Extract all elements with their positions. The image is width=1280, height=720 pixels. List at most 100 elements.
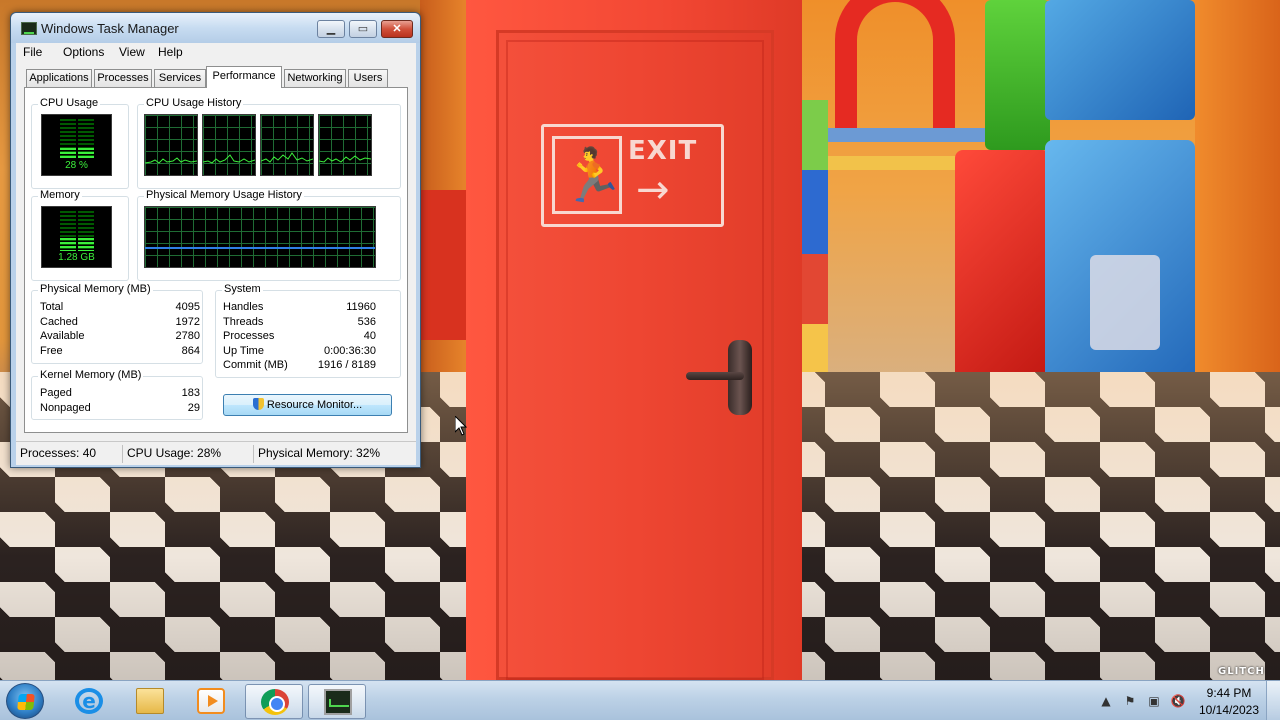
start-button[interactable] [6, 683, 44, 719]
tab-services[interactable]: Services [154, 69, 206, 87]
stat-value: 40 [363, 330, 376, 342]
resource-monitor-button[interactable]: Resource Monitor... [223, 394, 392, 416]
taskbar-chrome[interactable] [245, 684, 303, 719]
taskbar-task-manager[interactable] [308, 684, 366, 719]
physical-memory-title: Physical Memory (MB) [38, 283, 153, 295]
clock-time[interactable]: 9:44 PM [1196, 686, 1262, 700]
wallpaper-toy-blocks [800, 100, 828, 380]
cpu-history-graph-core-3 [260, 114, 314, 176]
cpu-usage-meter: 28 % [41, 114, 112, 176]
stat-value: 1972 [175, 316, 200, 328]
action-center-flag-icon[interactable]: ⚑ [1122, 693, 1138, 709]
status-processes: Processes: 40 [20, 446, 97, 460]
watermark: GLITCH [1218, 666, 1265, 677]
cpu-history-line [145, 157, 197, 164]
internet-explorer-icon: e [75, 688, 103, 714]
show-desktop-button[interactable] [1266, 681, 1280, 720]
exit-sign-text: EXIT [628, 136, 698, 166]
show-hidden-icons-button[interactable]: ▲ [1098, 693, 1114, 709]
memory-usage-value: 1.28 GB [58, 252, 95, 263]
stat-row-total: Total 4095 [40, 301, 200, 315]
cpu-history-line [203, 154, 255, 164]
taskbar-internet-explorer[interactable]: e [60, 684, 118, 719]
cpu-history-graph-core-2 [202, 114, 256, 176]
memory-title: Memory [38, 189, 82, 201]
memory-meter: 1.28 GB [41, 206, 112, 268]
tab-networking[interactable]: Networking [284, 69, 346, 87]
clock-date[interactable]: 10/14/2023 [1194, 703, 1264, 717]
close-button[interactable]: ✕ [381, 20, 413, 38]
task-manager-window[interactable]: Windows Task Manager ▁ ▭ ✕ File Options … [10, 12, 421, 468]
memory-history-group: Physical Memory Usage History [137, 189, 401, 281]
cpu-history-title: CPU Usage History [144, 97, 244, 109]
task-manager-client: Applications Processes Services Performa… [16, 63, 416, 465]
status-bar: Processes: 40 CPU Usage: 28% Physical Me… [16, 441, 416, 465]
menu-file[interactable]: File [23, 45, 42, 59]
cpu-history-line [261, 152, 313, 163]
menu-bar: File Options View Help [16, 43, 416, 63]
stat-label: Threads [223, 316, 264, 328]
status-physical-memory: Physical Memory: 32% [258, 446, 381, 460]
cpu-history-graph-core-4 [318, 114, 372, 176]
network-icon[interactable]: ▣ [1146, 693, 1162, 709]
minimize-button[interactable]: ▁ [317, 20, 345, 38]
performance-panel: CPU Usage 28 % CPU Usage History Memory [24, 87, 408, 433]
media-player-icon [197, 688, 225, 714]
taskbar-windows-explorer[interactable] [121, 684, 179, 719]
cpu-meter-fill [60, 147, 94, 159]
stat-value: 29 [187, 402, 200, 414]
tab-applications[interactable]: Applications [26, 69, 92, 87]
stat-value: 183 [181, 387, 200, 399]
stat-row-processes: Processes 40 [223, 330, 376, 344]
physical-memory-group: Physical Memory (MB) Total 4095 Cached 197… [31, 283, 203, 364]
stat-value: 864 [181, 345, 200, 357]
stat-value: 11960 [346, 301, 376, 313]
stat-label: Nonpaged [40, 402, 91, 414]
chrome-icon [261, 689, 289, 715]
menu-help[interactable]: Help [158, 45, 183, 59]
folder-icon [136, 688, 164, 714]
arrow-right-icon: → [636, 167, 670, 213]
wallpaper-blue-block [1045, 0, 1195, 120]
stat-label: Up Time [223, 345, 264, 357]
stat-row-commit: Commit (MB) 1916 / 8189 [223, 359, 376, 373]
tab-processes[interactable]: Processes [94, 69, 152, 87]
stat-label: Paged [40, 387, 72, 399]
stat-label: Processes [223, 330, 275, 342]
task-manager-icon [324, 689, 352, 715]
cpu-usage-group: CPU Usage 28 % [31, 97, 129, 189]
taskbar-media-player[interactable] [182, 684, 240, 719]
stat-label: Handles [223, 301, 264, 313]
tab-users[interactable]: Users [348, 69, 388, 87]
stat-row-free: Free 864 [40, 345, 200, 359]
wallpaper-pillar [420, 190, 468, 340]
memory-meter-bars [60, 211, 94, 251]
memory-group: Memory 1.28 GB [31, 189, 129, 281]
wallpaper-red-block [955, 150, 1050, 380]
stat-value: 1916 / 8189 [317, 359, 376, 371]
kernel-memory-title: Kernel Memory (MB) [38, 369, 144, 381]
wallpaper-bag [1090, 255, 1160, 350]
stat-label: Available [40, 330, 85, 342]
memory-history-title: Physical Memory Usage History [144, 189, 304, 201]
title-bar[interactable]: Windows Task Manager ▁ ▭ ✕ [11, 13, 420, 43]
window-title: Windows Task Manager [41, 21, 179, 36]
maximize-icon: ▭ [357, 23, 369, 35]
system-group: System Handles 11960 Threads 536 Processes… [215, 283, 401, 378]
tab-performance[interactable]: Performance [206, 66, 282, 88]
wallpaper-shelf [820, 128, 1000, 142]
volume-muted-icon[interactable]: 🔇 [1170, 693, 1186, 709]
stat-value: 4095 [175, 301, 200, 313]
stat-value: 2780 [175, 330, 200, 342]
maximize-button[interactable]: ▭ [349, 20, 377, 38]
stat-row-available: Available 2780 [40, 330, 200, 344]
menu-view[interactable]: View [119, 45, 145, 59]
cpu-usage-title: CPU Usage [38, 97, 101, 109]
menu-options[interactable]: Options [63, 45, 104, 59]
stat-row-handles: Handles 11960 [223, 301, 376, 315]
stat-row-paged: Paged 183 [40, 387, 200, 401]
stat-value: 536 [357, 316, 376, 328]
stat-row-uptime: Up Time 0:00:36:30 [223, 345, 376, 359]
kernel-memory-group: Kernel Memory (MB) Paged 183 Nonpaged 29 [31, 369, 203, 420]
status-cpu-usage: CPU Usage: 28% [127, 446, 222, 460]
